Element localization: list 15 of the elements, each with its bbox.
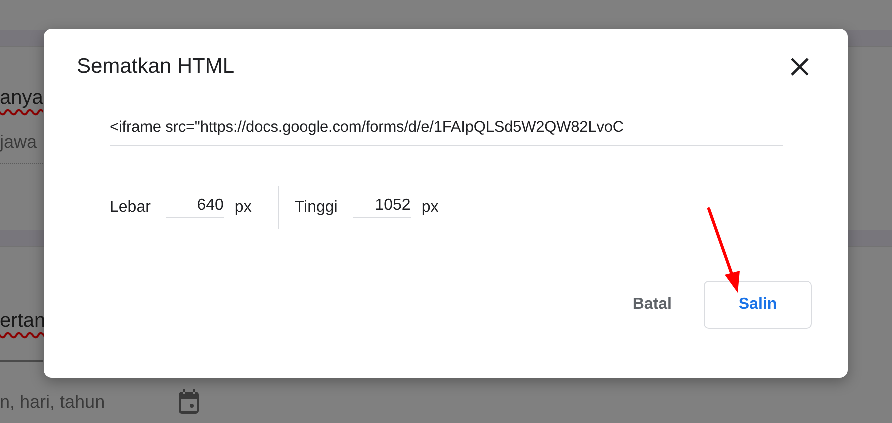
calendar-icon	[177, 389, 202, 415]
question-title: anya	[0, 87, 44, 110]
unit-label: px	[234, 198, 252, 216]
question-title: ertan	[0, 310, 46, 333]
cancel-button[interactable]: Batal	[632, 281, 672, 329]
date-hint: n, hari, tahun	[0, 392, 106, 412]
size-field[interactable]: 1052	[352, 197, 411, 218]
copy-button[interactable]: Salin	[704, 281, 812, 329]
dialog-title: Sematkan HTML	[77, 55, 235, 79]
unit-label: px	[422, 198, 439, 216]
close-icon	[790, 57, 810, 77]
size-field[interactable]: 640	[166, 197, 224, 218]
size-label: Tinggi	[294, 198, 338, 216]
embed-code-field[interactable]: <iframe src="https://docs.google.com/forms/d/e/1FAIpQLSd5W2QW82LvoC	[110, 119, 783, 146]
size-label: Lebar	[110, 198, 151, 216]
